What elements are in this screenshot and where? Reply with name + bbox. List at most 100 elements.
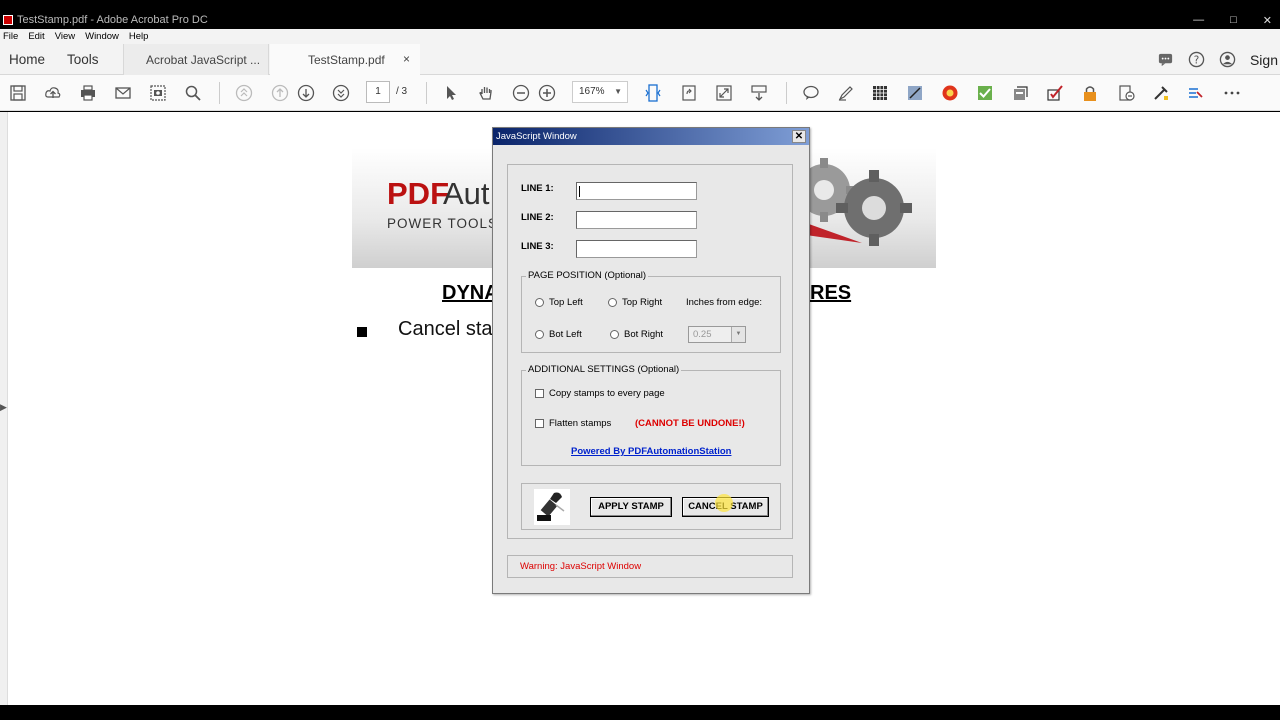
form-icon[interactable] bbox=[1010, 83, 1030, 103]
additional-settings-group: ADDITIONAL SETTINGS (Optional) Copy stam… bbox=[521, 364, 781, 466]
apply-stamp-button[interactable]: APPLY STAMP bbox=[590, 497, 672, 517]
tabs-bar: Home Tools Acrobat JavaScript ... TestSt… bbox=[0, 44, 1280, 75]
export-icon[interactable] bbox=[1117, 83, 1137, 103]
copy-stamps-checkbox[interactable] bbox=[535, 389, 544, 398]
dialog-title: JavaScript Window bbox=[496, 131, 577, 142]
help-icon[interactable]: ? bbox=[1188, 51, 1205, 68]
page-position-group: PAGE POSITION (Optional) Top Left Top Ri… bbox=[521, 270, 781, 353]
tab-tools[interactable]: Tools bbox=[67, 52, 99, 67]
page-position-title: PAGE POSITION (Optional) bbox=[526, 270, 649, 281]
bullet-marker bbox=[357, 327, 367, 337]
logo-tagline: POWER TOOLS bbox=[387, 216, 499, 231]
rotate-icon[interactable] bbox=[679, 83, 699, 103]
grid-icon[interactable] bbox=[870, 83, 890, 103]
menu-file[interactable]: File bbox=[3, 31, 18, 42]
document-bullet-text: Cancel sta bbox=[398, 318, 493, 340]
select-arrow-icon[interactable] bbox=[441, 83, 461, 103]
radio-top-left[interactable] bbox=[535, 298, 544, 307]
dialog-body: LINE 1: LINE 2: LINE 3: PAGE POSITION (O… bbox=[507, 164, 793, 539]
tools-icon[interactable] bbox=[1151, 83, 1171, 103]
menu-view[interactable]: View bbox=[55, 31, 75, 42]
page-number-input[interactable]: 1 bbox=[366, 81, 390, 103]
close-tab-icon[interactable]: × bbox=[403, 52, 410, 66]
cursor-highlight bbox=[715, 494, 733, 512]
sign-icon[interactable] bbox=[1045, 83, 1065, 103]
expand-panel-icon[interactable]: ▶ bbox=[0, 402, 7, 413]
chat-icon[interactable] bbox=[1157, 51, 1174, 68]
svg-text:?: ? bbox=[1194, 54, 1200, 66]
additional-settings-title: ADDITIONAL SETTINGS (Optional) bbox=[526, 364, 682, 375]
window-title-bar: TestStamp.pdf - Adobe Acrobat Pro DC — □… bbox=[0, 11, 1280, 29]
close-window-button[interactable]: ✕ bbox=[1263, 14, 1272, 27]
tab-acrobat-javascript[interactable]: Acrobat JavaScript ... bbox=[123, 44, 269, 75]
menu-window[interactable]: Window bbox=[85, 31, 119, 42]
inches-from-edge-label: Inches from edge: bbox=[686, 297, 763, 308]
flatten-warning: (CANNOT BE UNDONE!) bbox=[635, 418, 745, 429]
page-total: / 3 bbox=[396, 86, 408, 97]
document-heading-right: RES bbox=[810, 282, 852, 304]
print-icon[interactable] bbox=[78, 83, 98, 103]
main-toolbar bbox=[0, 75, 1280, 111]
menu-help[interactable]: Help bbox=[129, 31, 149, 42]
edit-icon[interactable] bbox=[905, 83, 925, 103]
javascript-dialog: JavaScript Window ✕ LINE 1: LINE 2: LINE… bbox=[492, 127, 810, 594]
full-screen-icon[interactable] bbox=[714, 83, 734, 103]
radio-top-right[interactable] bbox=[608, 298, 617, 307]
tab-teststamp-pdf[interactable]: TestStamp.pdf × bbox=[270, 44, 420, 75]
save-icon[interactable] bbox=[8, 83, 28, 103]
last-page-icon[interactable] bbox=[331, 83, 351, 103]
check-green-icon[interactable] bbox=[975, 83, 995, 103]
inches-select[interactable]: 0.25 ▼ bbox=[688, 326, 746, 343]
upload-icon[interactable] bbox=[43, 83, 63, 103]
fit-page-icon[interactable] bbox=[643, 83, 663, 103]
account-icon[interactable] bbox=[1219, 51, 1236, 68]
sign-in-link[interactable]: Sign bbox=[1250, 52, 1278, 68]
redact-icon[interactable] bbox=[1185, 83, 1205, 103]
dialog-title-bar[interactable]: JavaScript Window ✕ bbox=[493, 128, 809, 145]
email-icon[interactable] bbox=[113, 83, 133, 103]
powered-by-link[interactable]: Powered By PDFAutomationStation bbox=[571, 446, 731, 457]
logo-rest-text: Aut bbox=[443, 176, 490, 211]
tab-home[interactable]: Home bbox=[9, 52, 45, 67]
radio-bot-right[interactable] bbox=[610, 330, 619, 339]
zoom-in-icon[interactable] bbox=[537, 83, 557, 103]
flatten-stamps-label: Flatten stamps bbox=[549, 418, 612, 429]
copy-stamps-label: Copy stamps to every page bbox=[549, 388, 665, 399]
previous-page-icon[interactable] bbox=[270, 83, 290, 103]
bottom-border bbox=[0, 705, 1280, 720]
line1-label: LINE 1: bbox=[521, 183, 554, 194]
comment-icon[interactable] bbox=[801, 83, 821, 103]
window-title: TestStamp.pdf - Adobe Acrobat Pro DC bbox=[17, 14, 208, 26]
line1-input[interactable] bbox=[576, 182, 697, 200]
top-right-tools: ? Sign bbox=[1157, 44, 1280, 75]
zoom-select[interactable]: 167% ▼ bbox=[572, 81, 628, 103]
minimize-button[interactable]: — bbox=[1193, 14, 1204, 26]
zoom-value: 167% bbox=[579, 86, 605, 97]
document-heading-left: DYNA bbox=[442, 282, 499, 304]
flatten-stamps-checkbox[interactable] bbox=[535, 419, 544, 428]
zoom-out-icon[interactable] bbox=[511, 83, 531, 103]
dialog-status: Warning: JavaScript Window bbox=[507, 555, 793, 578]
stamp-red-icon[interactable] bbox=[940, 83, 960, 103]
acrobat-app-icon bbox=[3, 15, 13, 25]
window-controls: — □ ✕ bbox=[1193, 11, 1272, 29]
left-panel-rail[interactable]: ▶ bbox=[0, 112, 8, 705]
lock-icon[interactable] bbox=[1080, 83, 1100, 103]
line2-input[interactable] bbox=[576, 211, 697, 229]
bot-left-label: Bot Left bbox=[549, 329, 582, 340]
highlight-pen-icon[interactable] bbox=[836, 83, 856, 103]
dialog-close-button[interactable]: ✕ bbox=[792, 130, 806, 143]
maximize-button[interactable]: □ bbox=[1230, 14, 1237, 26]
hand-tool-icon[interactable] bbox=[476, 83, 496, 103]
scroll-mode-icon[interactable] bbox=[749, 83, 769, 103]
first-page-icon[interactable] bbox=[234, 83, 254, 103]
next-page-icon[interactable] bbox=[296, 83, 316, 103]
line3-input[interactable] bbox=[576, 240, 697, 258]
chevron-down-icon: ▼ bbox=[731, 327, 745, 342]
more-icon[interactable] bbox=[1222, 83, 1242, 103]
screenshot-icon[interactable] bbox=[148, 83, 168, 103]
search-icon[interactable] bbox=[183, 83, 203, 103]
radio-bot-left[interactable] bbox=[535, 330, 544, 339]
top-left-label: Top Left bbox=[549, 297, 583, 308]
menu-edit[interactable]: Edit bbox=[28, 31, 44, 42]
